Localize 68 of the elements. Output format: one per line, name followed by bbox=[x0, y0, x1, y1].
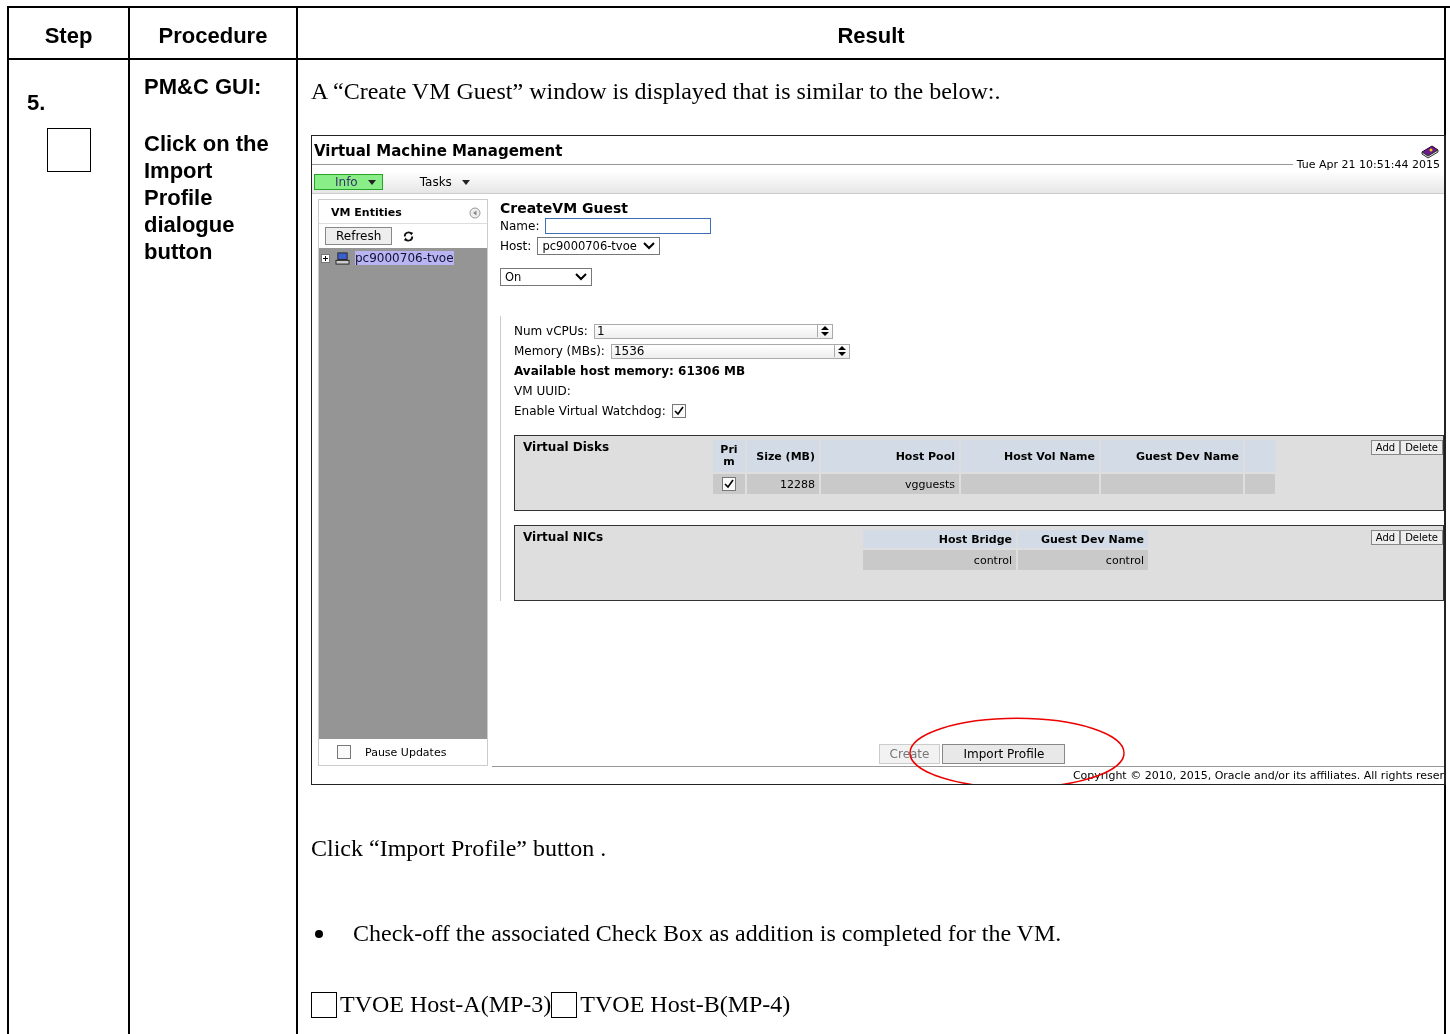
column-header: Host Vol Name bbox=[961, 440, 1099, 472]
caret-icon bbox=[461, 179, 470, 185]
step-checkbox[interactable] bbox=[47, 128, 91, 172]
column-header: Prim bbox=[713, 440, 745, 472]
field-label: Enable Virtual Watchdog: bbox=[514, 404, 666, 418]
tree-item[interactable]: pc9000706-tvoe bbox=[355, 251, 454, 265]
checkbox[interactable] bbox=[337, 745, 351, 759]
available-memory: Available host memory: 61306 MB bbox=[514, 363, 747, 380]
table-button[interactable]: Delete bbox=[1400, 530, 1443, 545]
checkbox[interactable] bbox=[311, 991, 337, 1018]
checkbox-label: TVOE Host-A(MP-3) bbox=[340, 991, 552, 1018]
column-header: Host Pool bbox=[821, 440, 959, 472]
column-header: Procedure bbox=[130, 8, 298, 60]
refresh-button[interactable]: Refresh bbox=[325, 227, 393, 245]
result-instruction: Click “Import Profile” button . bbox=[311, 835, 608, 862]
menu-tab[interactable]: Info bbox=[314, 174, 383, 190]
table-button[interactable]: Delete bbox=[1400, 440, 1443, 455]
form-title: CreateVM Guest bbox=[500, 200, 629, 216]
section-title: Virtual Disks bbox=[522, 439, 611, 456]
collapse-icon[interactable] bbox=[469, 206, 481, 219]
procedure-instruction: Click on the Import Profile dialogue button bbox=[144, 130, 270, 265]
bullet-text: Check-off the associated Check Box as addition is completed for the VM. bbox=[353, 920, 1062, 947]
procedure-heading: PM&C GUI: bbox=[144, 74, 263, 100]
caret-icon bbox=[367, 179, 376, 185]
checkbox[interactable] bbox=[551, 991, 578, 1018]
host-dropdown[interactable]: pc9000706-tvoe bbox=[537, 237, 660, 255]
panel-title: VM Entities bbox=[331, 206, 402, 219]
column-header: Guest Dev Name bbox=[1018, 530, 1148, 548]
section-title: Virtual NICs bbox=[522, 529, 605, 546]
spinner-arrows-icon bbox=[833, 345, 849, 357]
window-title: Virtual Machine Management bbox=[314, 142, 563, 160]
column-header: Guest Dev Name bbox=[1101, 440, 1243, 472]
column-header: Host Bridge bbox=[863, 530, 1016, 548]
chevron-icon bbox=[642, 242, 655, 250]
form-button[interactable]: Import Profile bbox=[942, 744, 1066, 764]
table-button[interactable]: Add bbox=[1370, 440, 1401, 455]
computer-icon bbox=[335, 251, 350, 265]
spinner-arrows-icon bbox=[816, 325, 832, 337]
memory-spinner[interactable]: 1536 bbox=[610, 343, 850, 359]
checkbox[interactable] bbox=[722, 477, 736, 491]
bullet-icon bbox=[315, 929, 323, 938]
column-header: Result bbox=[298, 8, 1446, 60]
table-button[interactable]: Add bbox=[1370, 530, 1401, 545]
refresh-icon[interactable] bbox=[402, 229, 416, 243]
checkbox-label: Pause Updates bbox=[365, 745, 447, 759]
menu-tab[interactable]: Tasks bbox=[398, 174, 477, 190]
step-number: 5. bbox=[27, 90, 47, 116]
field-label: Memory (MBs): bbox=[514, 344, 605, 358]
chevron-icon bbox=[575, 273, 587, 281]
name-field[interactable] bbox=[545, 218, 712, 234]
uuid-label: VM UUID: bbox=[514, 383, 572, 400]
field-label: Num vCPUs: bbox=[514, 324, 588, 338]
power-dropdown[interactable]: On bbox=[500, 268, 592, 286]
help-book-icon bbox=[1420, 144, 1440, 160]
table-cell: control bbox=[1018, 550, 1148, 570]
result-intro: A “Create VM Guest” window is displayed that is similar to the below:. bbox=[311, 78, 1002, 105]
field-label: Name: bbox=[500, 219, 540, 233]
table-cell: vgguests bbox=[821, 474, 959, 494]
checkbox-label: TVOE Host-B(MP-4) bbox=[580, 991, 791, 1018]
column-header: Size (MB) bbox=[747, 440, 819, 472]
column-header: Step bbox=[9, 8, 130, 60]
table-cell: control bbox=[863, 550, 1016, 570]
vcpus-spinner[interactable]: 1 bbox=[593, 323, 833, 339]
table-cell: 12288 bbox=[747, 474, 819, 494]
expand-icon[interactable] bbox=[321, 253, 330, 263]
field-label: Host: bbox=[500, 239, 532, 253]
watchdog-checkbox[interactable] bbox=[671, 404, 686, 418]
date-time: Tue Apr 21 10:51:44 2015 bbox=[1296, 158, 1440, 171]
